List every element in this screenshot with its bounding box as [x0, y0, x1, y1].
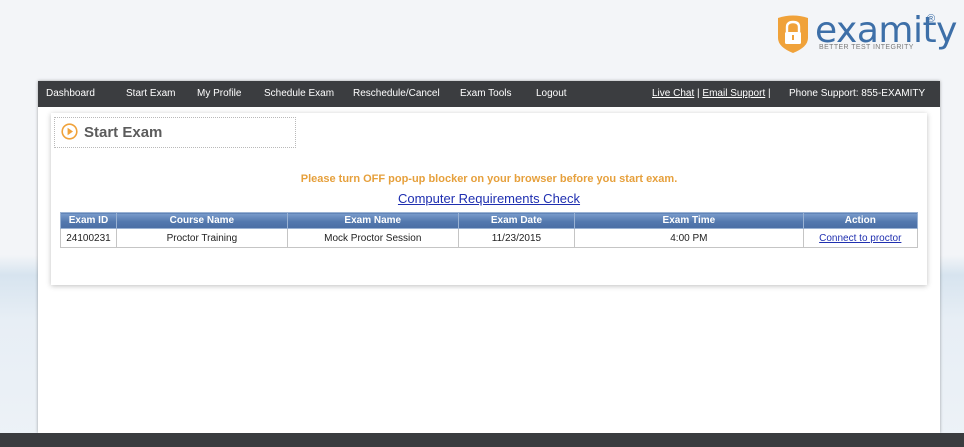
column-header-exam-time: Exam Time: [574, 212, 804, 229]
phone-support-text: Phone Support: 855-EXAMITY: [789, 88, 926, 99]
column-header-course-name: Course Name: [115, 212, 288, 229]
nav-item-reschedule-cancel[interactable]: Reschedule/Cancel: [353, 88, 440, 99]
connect-to-proctor-link[interactable]: Connect to proctor: [819, 233, 901, 244]
page-title: Start Exam: [84, 124, 163, 141]
top-navigation-bar: Dashboard Start Exam My Profile Schedule…: [38, 81, 940, 107]
exams-table: Exam ID Course Name Exam Name Exam Date …: [60, 212, 919, 248]
logo-registered-mark: ®: [927, 13, 936, 25]
cell-course-name: Proctor Training: [115, 228, 288, 248]
support-separator: |: [768, 88, 771, 99]
requirements-check-row: Computer Requirements Check: [51, 191, 927, 206]
cell-exam-name: Mock Proctor Session: [286, 228, 459, 248]
nav-item-exam-tools[interactable]: Exam Tools: [460, 88, 512, 99]
cell-exam-time: 4:00 PM: [574, 228, 804, 248]
nav-item-dashboard[interactable]: Dashboard: [46, 88, 95, 99]
table-header-row: Exam ID Course Name Exam Name Exam Date …: [60, 212, 919, 229]
popup-blocker-warning: Please turn OFF pop-up blocker on your b…: [300, 173, 678, 185]
cell-action: Connect to proctor: [802, 228, 919, 248]
nav-item-start-exam[interactable]: Start Exam: [126, 88, 175, 99]
nav-item-logout[interactable]: Logout: [536, 88, 567, 99]
examity-logo: examity ® BETTER TEST INTEGRITY: [775, 10, 957, 64]
column-header-exam-date: Exam Date: [457, 212, 576, 229]
cell-exam-date: 11/23/2015: [457, 228, 576, 248]
support-links: Live Chat | Email Support |: [652, 88, 771, 99]
support-separator: |: [697, 88, 700, 99]
cell-exam-id: 24100231: [60, 228, 117, 248]
logo-tagline: BETTER TEST INTEGRITY: [819, 44, 914, 51]
lock-icon: [778, 15, 808, 53]
nav-item-my-profile[interactable]: My Profile: [197, 88, 241, 99]
table-row: 24100231 Proctor Training Mock Proctor S…: [60, 228, 919, 248]
main-panel: Dashboard Start Exam My Profile Schedule…: [38, 81, 940, 433]
column-header-action: Action: [802, 212, 919, 229]
start-exam-section: Start Exam Please turn OFF pop-up blocke…: [51, 113, 927, 285]
column-header-exam-name: Exam Name: [286, 212, 459, 229]
bottom-bar: [0, 433, 964, 447]
column-header-exam-id: Exam ID: [60, 212, 117, 229]
play-circle-icon: [61, 123, 78, 140]
nav-item-schedule-exam[interactable]: Schedule Exam: [264, 88, 334, 99]
computer-requirements-link[interactable]: Computer Requirements Check: [398, 191, 580, 206]
live-chat-link[interactable]: Live Chat: [652, 88, 694, 99]
section-header: Start Exam: [54, 117, 296, 148]
email-support-link[interactable]: Email Support: [702, 88, 765, 99]
